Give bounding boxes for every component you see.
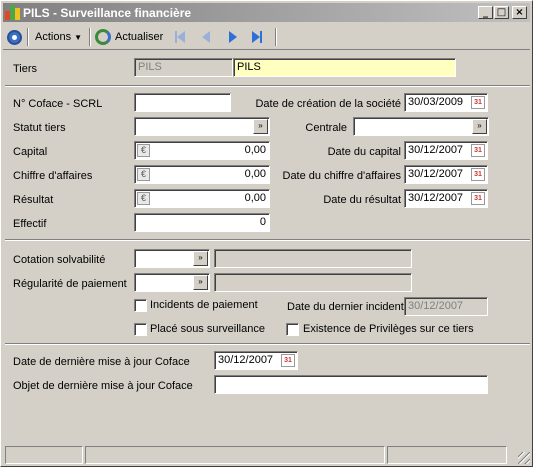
calendar-icon[interactable]: 31 (471, 192, 485, 205)
surveillance-label: Placé sous surveillance (150, 323, 265, 335)
app-icon (5, 5, 20, 20)
first-icon (175, 31, 185, 43)
date-capital-label: Date du capital (327, 146, 401, 158)
toolbar-separator (89, 28, 91, 46)
maj-date-label: Date de dernière mise à jour Coface (13, 356, 190, 368)
date-resultat-input[interactable]: 30/12/2007 31 (404, 189, 488, 208)
date-incident-field: 30/12/2007 (404, 297, 488, 316)
incidents-checkbox[interactable] (134, 299, 147, 312)
date-resultat-value: 30/12/2007 (408, 192, 464, 204)
options-icon[interactable] (7, 27, 22, 47)
date-creation-label: Date de création de la société (255, 98, 401, 110)
tiers-code-field: PILS (134, 58, 233, 77)
status-bar (5, 446, 530, 464)
dropdown-icon[interactable]: » (193, 251, 208, 266)
toolbar-separator (27, 28, 29, 46)
calendar-icon[interactable]: 31 (471, 168, 485, 181)
calendar-icon[interactable]: 31 (471, 96, 485, 109)
tiers-label: Tiers (13, 63, 38, 75)
next-record-button[interactable] (229, 27, 237, 47)
title-bar: PILS - Surveillance financière _ □ × (3, 3, 530, 22)
status-cell (85, 446, 385, 464)
calendar-icon[interactable]: 31 (471, 144, 485, 157)
next-icon (229, 31, 237, 43)
previous-icon (202, 31, 210, 43)
divider (5, 343, 530, 345)
previous-record-button[interactable] (202, 27, 210, 47)
date-capital-value: 30/12/2007 (408, 144, 464, 156)
euro-icon: € (137, 168, 150, 181)
date-ca-value: 30/12/2007 (408, 168, 464, 180)
chevron-down-icon: ▼ (74, 32, 82, 42)
status-cell (5, 446, 83, 464)
privileges-label: Existence de Privilèges sur ce tiers (303, 323, 474, 335)
regularite-select[interactable]: » (134, 273, 210, 292)
date-creation-input[interactable]: 30/03/2009 31 (404, 93, 488, 112)
cotation-select[interactable]: » (134, 249, 210, 268)
ca-label: Chiffre d'affaires (13, 170, 93, 182)
toolbar-separator (275, 28, 277, 46)
toolbar: Actions ▼ Actualiser (3, 24, 530, 50)
date-ca-input[interactable]: 30/12/2007 31 (404, 165, 488, 184)
maj-date-value: 30/12/2007 (218, 354, 274, 366)
maj-objet-input[interactable] (214, 375, 488, 394)
dropdown-icon[interactable]: » (472, 119, 487, 134)
minimize-button[interactable]: _ (478, 6, 493, 19)
n-coface-label: N° Coface - SCRL (13, 98, 103, 110)
refresh-label: Actualiser (115, 31, 164, 43)
regularite-description (214, 273, 412, 292)
n-coface-input[interactable] (134, 93, 231, 112)
regularite-label: Régularité de paiement (13, 278, 127, 290)
dropdown-icon[interactable]: » (193, 275, 208, 290)
incidents-label: Incidents de paiement (150, 299, 258, 311)
date-incident-label: Date du dernier incident (287, 301, 404, 313)
resultat-label: Résultat (13, 194, 54, 206)
maximize-button[interactable]: □ (494, 6, 509, 19)
first-record-button[interactable] (175, 27, 185, 47)
divider (5, 85, 530, 87)
window-title: PILS - Surveillance financière (23, 6, 192, 20)
centrale-select[interactable]: » (353, 117, 489, 136)
euro-icon: € (137, 144, 150, 157)
date-ca-label: Date du chiffre d'affaires (282, 170, 402, 182)
resize-grip[interactable] (518, 452, 530, 464)
close-button[interactable]: × (512, 6, 527, 19)
maj-date-input[interactable]: 30/12/2007 31 (214, 351, 298, 370)
divider (5, 239, 530, 241)
actions-label: Actions (35, 31, 72, 43)
tiers-name-field[interactable]: PILS (233, 58, 456, 77)
cotation-label: Cotation solvabilité (13, 254, 106, 266)
effectif-input[interactable]: 0 (134, 213, 270, 232)
centrale-label: Centrale (305, 122, 347, 134)
surveillance-checkbox[interactable] (134, 323, 147, 336)
last-record-button[interactable] (252, 27, 262, 47)
date-creation-value: 30/03/2009 (408, 96, 464, 108)
refresh-icon (95, 29, 111, 45)
date-resultat-label: Date du résultat (323, 194, 401, 206)
date-capital-input[interactable]: 30/12/2007 31 (404, 141, 488, 160)
refresh-button[interactable]: Actualiser (95, 27, 163, 47)
effectif-label: Effectif (13, 218, 47, 230)
calendar-icon[interactable]: 31 (281, 354, 295, 367)
privileges-checkbox[interactable] (286, 323, 299, 336)
statut-label: Statut tiers (13, 122, 66, 134)
capital-label: Capital (13, 146, 48, 158)
euro-icon: € (137, 192, 150, 205)
window: PILS - Surveillance financière _ □ × Act… (0, 0, 533, 467)
maj-objet-label: Objet de dernière mise à jour Coface (13, 380, 193, 392)
cotation-description (214, 249, 412, 268)
actions-menu-button[interactable]: Actions ▼ (35, 27, 82, 47)
status-cell (387, 446, 507, 464)
last-icon (252, 31, 262, 43)
